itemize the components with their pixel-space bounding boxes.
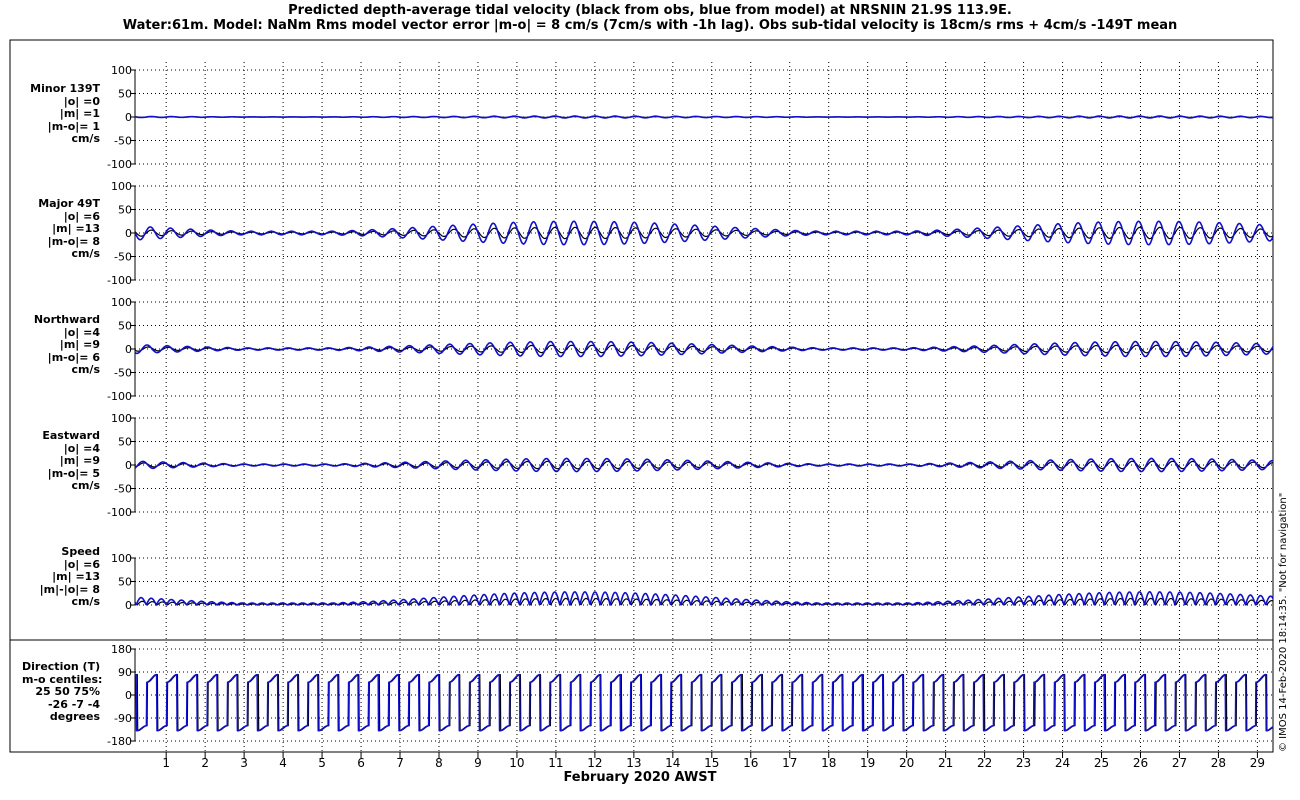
x-tick-label: 17 — [782, 756, 797, 770]
grid-layer — [135, 62, 1273, 752]
panel-label-line: Speed — [61, 545, 100, 558]
y-tick-label: -100 — [107, 274, 132, 287]
panel-label-line: cm/s — [71, 247, 100, 260]
x-tick-label: 9 — [474, 756, 482, 770]
panel-label-line: |m| =13 — [52, 570, 100, 583]
x-tick-label: 7 — [396, 756, 404, 770]
x-tick-label: 23 — [1016, 756, 1031, 770]
y-tick-label: 100 — [111, 412, 132, 425]
x-tick-label: 3 — [240, 756, 248, 770]
x-tick-label: 22 — [977, 756, 992, 770]
x-tick-label: 16 — [743, 756, 758, 770]
panel-label-major: Major 49T |o| =6 |m| =13 |m-o|= 8 cm/s — [30, 197, 100, 261]
panel-label-line: Direction (T) — [22, 660, 101, 673]
x-tick-label: 4 — [279, 756, 287, 770]
panel-label-line: |m| =9 — [59, 338, 100, 351]
tidal-velocity-figure: 1 2 3 4 5 6 7 8 9 10 11 12 13 14 15 16 17 18 19 20 21 22 23 24 2… — [9, 39, 1274, 770]
panel-label-line: cm/s — [71, 363, 100, 376]
panel-label-line: Eastward — [42, 429, 100, 442]
x-tick-label: 24 — [1055, 756, 1070, 770]
y-tick-label: -90 — [114, 712, 132, 725]
x-tick-label: 11 — [548, 756, 563, 770]
x-tick-label: 18 — [821, 756, 836, 770]
x-tick-label: 14 — [665, 756, 680, 770]
y-tick-label: 50 — [118, 320, 132, 333]
panel-label-line: 25 50 75% — [35, 685, 100, 698]
x-tick-label: 2 — [201, 756, 209, 770]
y-tick-label: 0 — [125, 111, 132, 124]
y-tick-label: 0 — [125, 599, 132, 612]
x-tick-label: 27 — [1172, 756, 1187, 770]
y-tick-label: 100 — [111, 552, 132, 565]
panel-label-line: Northward — [33, 313, 100, 326]
obs-series-line — [134, 673, 1274, 732]
x-tick-label: 12 — [587, 756, 602, 770]
y-tick-label: 50 — [118, 436, 132, 449]
panel-label-line: |m| =9 — [59, 454, 100, 467]
x-tick-label: 1 — [162, 756, 170, 770]
model-series-line — [134, 115, 1274, 119]
model-series-line — [134, 673, 1274, 732]
y-tick-label: -50 — [114, 135, 132, 148]
y-tick-label: -180 — [107, 735, 132, 748]
y-tick-label: 100 — [111, 64, 132, 77]
panel-label-line: |m| =1 — [59, 107, 100, 120]
y-tick-label: 100 — [111, 296, 132, 309]
y-tick-label: -50 — [114, 483, 132, 496]
x-tick-label: 8 — [435, 756, 443, 770]
panel-label-minor: Minor 139T |o| =0 |m| =1 |m-o|= 1 cm/s — [30, 82, 100, 146]
x-tick-label: 25 — [1094, 756, 1109, 770]
y-tick-label: 50 — [118, 88, 132, 101]
panel-label-line: degrees — [49, 710, 100, 723]
panel-label-direction: Direction (T) m-o centiles: 25 50 75% -2… — [22, 660, 102, 724]
x-axis-title: February 2020 AWST — [563, 770, 717, 785]
panel-label-line: Major 49T — [38, 197, 100, 210]
panel-label-speed: Speed |o| =6 |m| =13 |m|-|o|= 8 cm/s — [30, 545, 100, 609]
x-tick-label: 10 — [509, 756, 524, 770]
tick-layer: 1 2 3 4 5 6 7 8 9 10 11 12 13 14 15 16 17 18 19 20 21 22 23 24 2… — [107, 64, 1265, 770]
y-tick-label: -100 — [107, 390, 132, 403]
y-tick-label: 0 — [125, 227, 132, 240]
y-tick-label: 90 — [118, 666, 132, 679]
x-tick-label: 5 — [318, 756, 326, 770]
panel-label-eastward: Eastward |o| =4 |m| =9 |m-o|= 5 cm/s — [30, 429, 100, 493]
panel-label-line: Minor 139T — [30, 82, 100, 95]
y-tick-label: 0 — [125, 459, 132, 472]
y-tick-label: 0 — [125, 689, 132, 702]
copyright-footer: © IMOS 14-Feb-2020 18:14:35. "Not for na… — [1278, 492, 1289, 752]
y-tick-label: -50 — [114, 251, 132, 264]
x-tick-label: 29 — [1250, 756, 1265, 770]
x-tick-label: 13 — [626, 756, 641, 770]
panel-label-northward: Northward |o| =4 |m| =9 |m-o|= 6 cm/s — [30, 313, 100, 377]
y-tick-label: -50 — [114, 367, 132, 380]
y-tick-label: 180 — [111, 643, 132, 656]
y-tick-label: 50 — [118, 576, 132, 589]
x-tick-label: 19 — [860, 756, 875, 770]
panel-label-line: cm/s — [71, 595, 100, 608]
x-tick-label: 21 — [938, 756, 953, 770]
series-layer — [134, 115, 1274, 732]
panel-label-line: |m| =13 — [52, 222, 100, 235]
y-tick-label: 100 — [111, 180, 132, 193]
y-tick-label: -100 — [107, 506, 132, 519]
y-tick-label: -100 — [107, 158, 132, 171]
y-tick-label: 0 — [125, 343, 132, 356]
panel-label-line: cm/s — [71, 479, 100, 492]
figure-title-line2: Water:61m. Model: NaNm Rms model vector … — [122, 18, 1178, 33]
x-tick-label: 20 — [899, 756, 914, 770]
x-tick-label: 6 — [357, 756, 365, 770]
panel-label-line: cm/s — [71, 132, 100, 145]
x-tick-label: 15 — [704, 756, 719, 770]
x-tick-label: 26 — [1133, 756, 1148, 770]
y-tick-label: 50 — [118, 204, 132, 217]
x-tick-label: 28 — [1211, 756, 1226, 770]
figure-title-line1: Predicted depth-average tidal velocity (… — [288, 3, 1012, 18]
